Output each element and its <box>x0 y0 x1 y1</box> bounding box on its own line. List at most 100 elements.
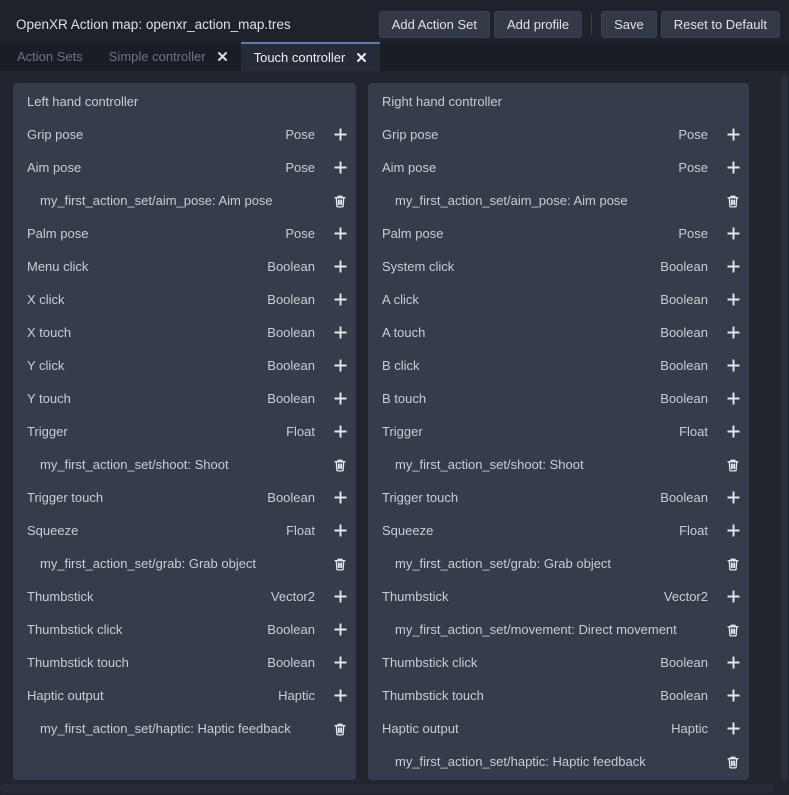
plus-icon <box>726 259 741 274</box>
action-label: X touch <box>27 325 267 340</box>
tab-touch-controller[interactable]: Touch controller <box>241 42 381 71</box>
panels-container: Left hand controller Grip pose Pose Aim … <box>13 83 789 780</box>
add-binding-button[interactable] <box>722 718 744 740</box>
save-button[interactable]: Save <box>601 11 657 38</box>
plus-icon <box>726 721 741 736</box>
plus-icon <box>726 160 741 175</box>
add-binding-button[interactable] <box>722 124 744 146</box>
binding-row: my_first_action_set/grab: Grab object <box>368 547 749 580</box>
remove-binding-button[interactable] <box>722 454 744 476</box>
add-binding-button[interactable] <box>722 520 744 542</box>
remove-binding-button[interactable] <box>329 718 351 740</box>
add-profile-button[interactable]: Add profile <box>494 11 582 38</box>
remove-binding-button[interactable] <box>329 190 351 212</box>
binding-row: my_first_action_set/shoot: Shoot <box>368 448 749 481</box>
add-binding-button[interactable] <box>329 124 351 146</box>
remove-binding-button[interactable] <box>722 619 744 641</box>
tab-label: Simple controller <box>109 49 206 64</box>
action-type: Pose <box>285 127 315 142</box>
action-type: Pose <box>285 160 315 175</box>
plus-icon <box>726 325 741 340</box>
action-row: Grip pose Pose <box>368 118 749 151</box>
add-binding-button[interactable] <box>722 487 744 509</box>
add-binding-button[interactable] <box>329 157 351 179</box>
tab-close-icon[interactable] <box>356 52 367 63</box>
add-binding-button[interactable] <box>722 685 744 707</box>
panel-title: Left hand controller <box>27 94 351 109</box>
action-type: Boolean <box>267 358 315 373</box>
action-row: Thumbstick touch Boolean <box>13 646 356 679</box>
add-binding-button[interactable] <box>329 355 351 377</box>
add-binding-button[interactable] <box>329 487 351 509</box>
add-binding-button[interactable] <box>329 586 351 608</box>
add-binding-button[interactable] <box>329 421 351 443</box>
action-row: A click Boolean <box>368 283 749 316</box>
add-binding-button[interactable] <box>329 256 351 278</box>
trash-icon <box>726 755 740 769</box>
plus-icon <box>333 424 348 439</box>
panel-rows: Grip pose Pose Aim pose Pose my_first_ac… <box>368 118 749 778</box>
add-binding-button[interactable] <box>722 157 744 179</box>
tab-action-sets[interactable]: Action Sets <box>4 42 96 71</box>
remove-binding-button[interactable] <box>329 553 351 575</box>
binding-label: my_first_action_set/shoot: Shoot <box>40 457 329 472</box>
add-binding-button[interactable] <box>722 289 744 311</box>
add-binding-button[interactable] <box>329 289 351 311</box>
remove-binding-button[interactable] <box>722 553 744 575</box>
action-type: Pose <box>678 127 708 142</box>
remove-binding-button[interactable] <box>722 190 744 212</box>
add-binding-button[interactable] <box>722 223 744 245</box>
action-label: Trigger touch <box>27 490 267 505</box>
plus-icon <box>333 589 348 604</box>
tab-close-icon[interactable] <box>217 51 228 62</box>
horizontal-scrollbar[interactable] <box>0 784 774 793</box>
binding-label: my_first_action_set/grab: Grab object <box>40 556 329 571</box>
action-type: Boolean <box>267 325 315 340</box>
action-row: Aim pose Pose <box>368 151 749 184</box>
action-type: Vector2 <box>664 589 708 604</box>
tab-label: Touch controller <box>254 50 346 65</box>
tab-simple-controller[interactable]: Simple controller <box>96 42 241 71</box>
plus-icon <box>726 391 741 406</box>
add-binding-button[interactable] <box>329 652 351 674</box>
action-row: Aim pose Pose <box>13 151 356 184</box>
add-binding-button[interactable] <box>722 421 744 443</box>
action-label: Palm pose <box>27 226 285 241</box>
add-action-set-button[interactable]: Add Action Set <box>379 11 490 38</box>
add-binding-button[interactable] <box>722 322 744 344</box>
action-type: Boolean <box>267 490 315 505</box>
add-binding-button[interactable] <box>722 256 744 278</box>
add-binding-button[interactable] <box>722 586 744 608</box>
vertical-scrollbar[interactable] <box>781 75 788 781</box>
binding-row: my_first_action_set/haptic: Haptic feedb… <box>368 745 749 778</box>
trash-icon <box>726 557 740 571</box>
add-binding-button[interactable] <box>329 322 351 344</box>
plus-icon <box>333 688 348 703</box>
page-title: OpenXR Action map: openxr_action_map.tre… <box>16 17 375 32</box>
add-binding-button[interactable] <box>329 685 351 707</box>
plus-icon <box>333 127 348 142</box>
add-binding-button[interactable] <box>722 652 744 674</box>
add-binding-button[interactable] <box>329 619 351 641</box>
binding-label: my_first_action_set/movement: Direct mov… <box>395 622 722 637</box>
plus-icon <box>726 292 741 307</box>
remove-binding-button[interactable] <box>722 751 744 773</box>
action-row: Trigger Float <box>368 415 749 448</box>
action-label: B touch <box>382 391 660 406</box>
toolbar-separator <box>591 14 592 34</box>
action-type: Pose <box>678 226 708 241</box>
panel-title: Right hand controller <box>382 94 744 109</box>
add-binding-button[interactable] <box>329 223 351 245</box>
action-row: Y click Boolean <box>13 349 356 382</box>
action-type: Boolean <box>267 292 315 307</box>
tab-bar: Action Sets Simple controller Touch cont… <box>0 42 789 71</box>
action-type: Boolean <box>267 622 315 637</box>
add-binding-button[interactable] <box>722 355 744 377</box>
add-binding-button[interactable] <box>329 388 351 410</box>
remove-binding-button[interactable] <box>329 454 351 476</box>
add-binding-button[interactable] <box>329 520 351 542</box>
action-type: Haptic <box>671 721 708 736</box>
tab-content: Left hand controller Grip pose Pose Aim … <box>0 71 789 795</box>
reset-to-default-button[interactable]: Reset to Default <box>661 11 780 38</box>
add-binding-button[interactable] <box>722 388 744 410</box>
